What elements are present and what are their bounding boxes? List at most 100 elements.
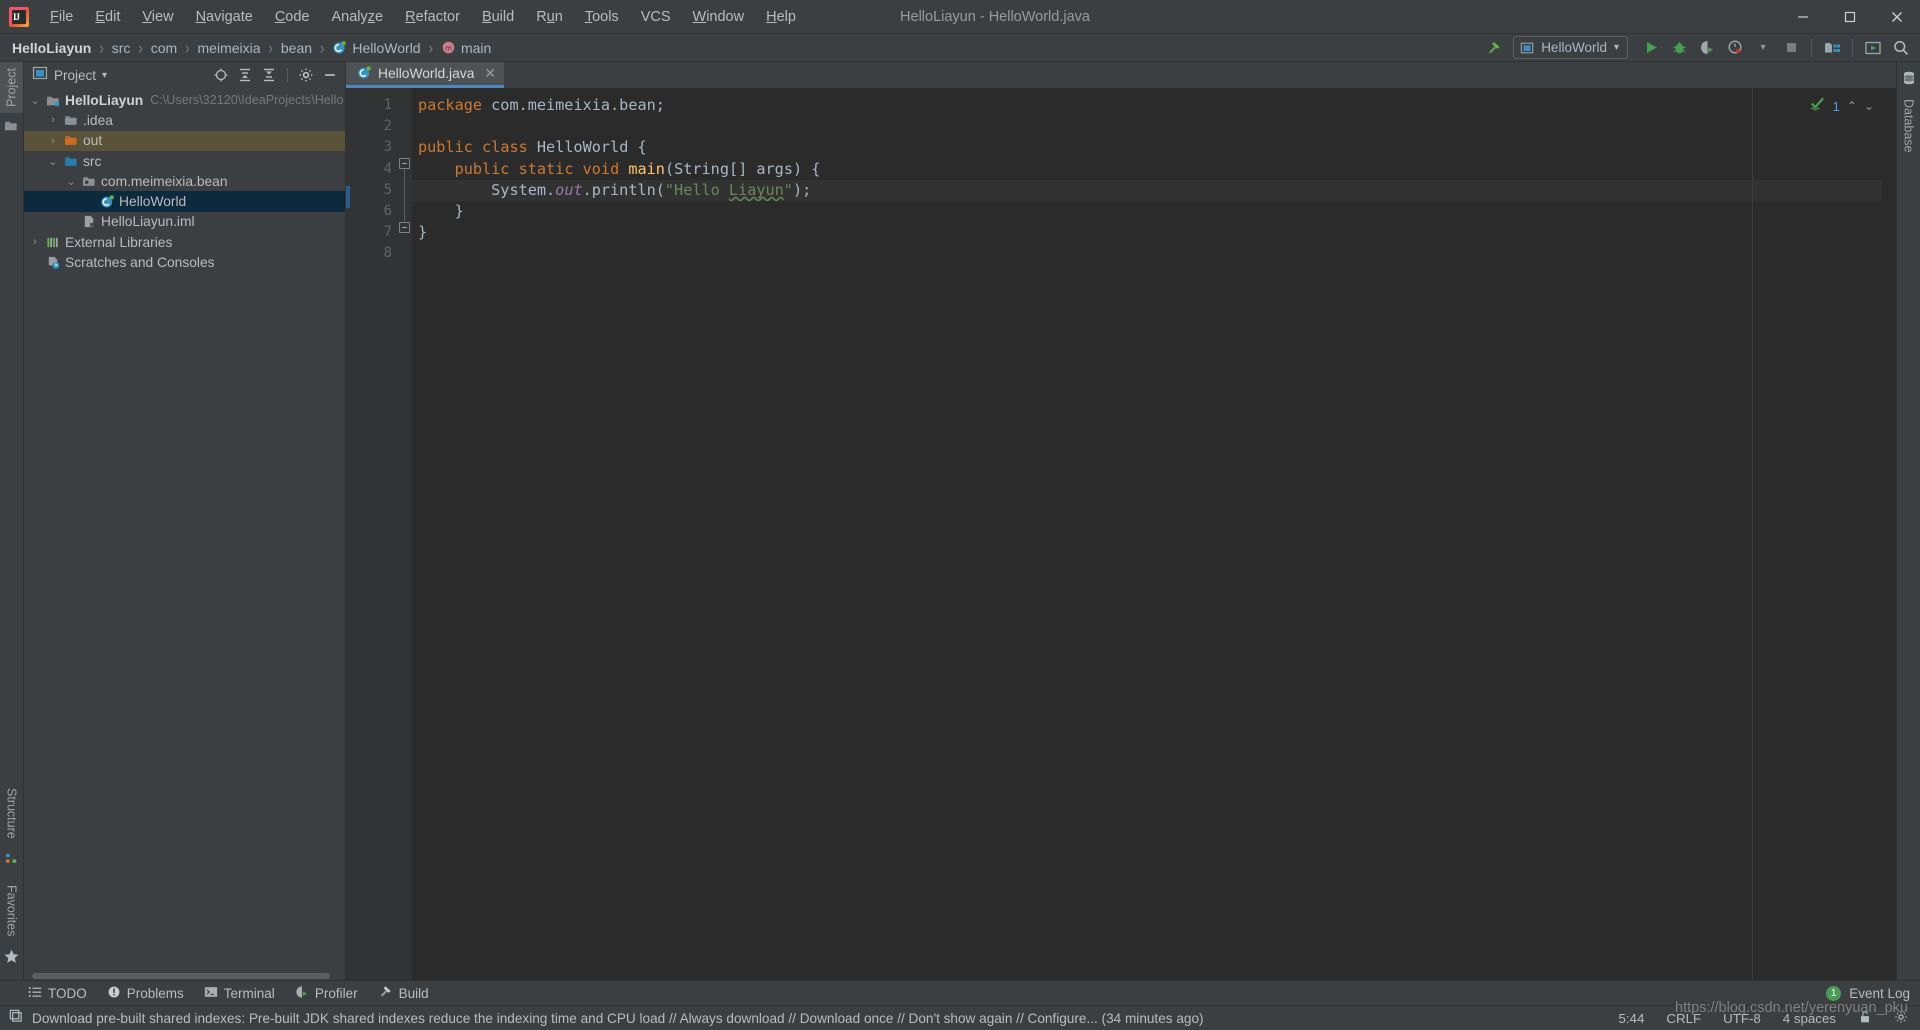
expand-all-button[interactable]: [234, 64, 256, 86]
menu-run[interactable]: Run: [525, 4, 574, 30]
collapse-all-button[interactable]: [258, 64, 280, 86]
project-tree[interactable]: ⌄ HelloLiayun C:\Users\32120\IdeaProject…: [24, 88, 345, 971]
caret-position[interactable]: 5:44: [1618, 1011, 1644, 1026]
tree-row-iml[interactable]: HelloLiayun.iml: [24, 212, 345, 232]
line-number: 1: [383, 97, 392, 113]
sidebar-item-project[interactable]: Project: [0, 62, 23, 113]
breadcrumb-item-helloworld[interactable]: HelloWorld: [330, 40, 422, 56]
debug-button[interactable]: [1666, 36, 1692, 60]
run-configuration-name: HelloWorld: [1541, 40, 1607, 55]
search-everywhere-button[interactable]: [1888, 36, 1914, 60]
editor-tab-helloworld-java[interactable]: HelloWorld.java ✕: [346, 62, 505, 88]
chevron-right-icon[interactable]: ›: [44, 135, 62, 147]
tree-row-out[interactable]: › out: [24, 130, 345, 151]
editor-vertical-scrollbar[interactable]: [1882, 88, 1896, 980]
close-icon[interactable]: ✕: [484, 65, 496, 82]
updates-button[interactable]: [1860, 36, 1886, 60]
inspections-ok-icon[interactable]: [1809, 95, 1826, 117]
chevron-up-icon[interactable]: ⌃: [1847, 99, 1857, 113]
menu-build[interactable]: Build: [471, 4, 525, 30]
indent-setting[interactable]: 4 spaces: [1783, 1011, 1836, 1026]
tree-row-scratches[interactable]: Scratches and Consoles: [24, 252, 345, 272]
fold-collapse-icon[interactable]: [399, 158, 410, 169]
favorites-star-icon: [0, 946, 23, 980]
tree-row-helloliayun[interactable]: ⌄ HelloLiayun C:\Users\32120\IdeaProject…: [24, 90, 345, 110]
profiler-dropdown[interactable]: ▾: [1750, 36, 1776, 60]
chevron-down-icon[interactable]: ⌄: [62, 175, 80, 188]
menu-window[interactable]: Window: [682, 4, 756, 30]
tree-row-helloworld[interactable]: HelloWorld: [24, 191, 345, 212]
screen-run-icon: [1865, 41, 1881, 54]
select-opened-file-button[interactable]: [210, 64, 232, 86]
code-content[interactable]: package com.meimeixia.bean; public class…: [412, 88, 1882, 980]
menu-file[interactable]: FFileile: [39, 4, 84, 30]
run-button[interactable]: [1638, 36, 1664, 60]
tree-item-label: out: [83, 133, 103, 149]
line-separator[interactable]: CRLF: [1666, 1011, 1701, 1026]
menu-vcs[interactable]: VCS: [630, 4, 682, 30]
menu-tools[interactable]: Tools: [574, 4, 630, 30]
breadcrumb-separator: ›: [268, 37, 273, 58]
code-line-6: }: [454, 201, 464, 220]
menu-analyze[interactable]: Analyze: [321, 4, 395, 30]
tree-row-src[interactable]: ⌄ src: [24, 151, 345, 171]
menu-edit[interactable]: Edit: [84, 4, 131, 30]
sidebar-item-favorites[interactable]: Favorites: [0, 879, 23, 942]
bottom-tab-profiler[interactable]: Profiler: [295, 985, 358, 1002]
status-message[interactable]: Download pre-built shared indexes: Pre-b…: [32, 1011, 1204, 1026]
status-notification-icon[interactable]: [8, 1008, 23, 1028]
project-icon: [0, 113, 23, 138]
tree-row-external-libraries[interactable]: › External Libraries: [24, 232, 345, 252]
editor-viewport[interactable]: 1 2 3▶ 4▶ 5 6 7 8: [346, 88, 1896, 980]
project-horizontal-scrollbar[interactable]: [24, 971, 345, 980]
chevron-down-icon[interactable]: ⌄: [44, 155, 62, 168]
project-settings-button[interactable]: [295, 64, 317, 86]
run-configuration-selector[interactable]: HelloWorld ▾: [1513, 36, 1628, 59]
menu-help[interactable]: Help: [755, 4, 807, 30]
sidebar-item-database[interactable]: Database: [1897, 93, 1920, 159]
breadcrumb-item-project[interactable]: HelloLiayun: [10, 40, 93, 56]
project-structure-button[interactable]: [1819, 36, 1845, 60]
close-button[interactable]: [1873, 0, 1920, 33]
tree-row-package[interactable]: ⌄ com.meimeixia.bean: [24, 171, 345, 191]
bottom-tab-problems[interactable]: Problems: [107, 985, 184, 1002]
tree-row-idea[interactable]: › .idea: [24, 110, 345, 130]
chevron-down-icon[interactable]: ⌄: [1864, 99, 1874, 113]
breadcrumb-item-main[interactable]: m main: [439, 40, 493, 56]
scrollbar-thumb[interactable]: [32, 973, 330, 979]
gear-icon[interactable]: [1894, 1010, 1908, 1027]
chevron-down-icon[interactable]: ⌄: [26, 94, 44, 107]
chevron-down-icon[interactable]: ▾: [102, 70, 107, 81]
code-line-4: public static void main(String[] args) {: [454, 159, 821, 178]
editor-folding-strip[interactable]: [398, 88, 412, 980]
breadcrumb-item-src[interactable]: src: [110, 40, 133, 56]
profiler-button[interactable]: [1722, 36, 1748, 60]
run-with-coverage-button[interactable]: [1694, 36, 1720, 60]
iml-file-icon: [80, 214, 98, 229]
stop-button[interactable]: [1778, 36, 1804, 60]
menu-refactor[interactable]: Refactor: [394, 4, 471, 30]
build-project-button[interactable]: [1481, 36, 1507, 60]
breadcrumb-item-meimeixia[interactable]: meimeixia: [196, 40, 263, 56]
unlock-icon[interactable]: [1858, 1010, 1872, 1027]
file-encoding[interactable]: UTF-8: [1723, 1011, 1761, 1026]
fold-collapse-icon[interactable]: [399, 222, 410, 233]
chevron-right-icon[interactable]: ›: [44, 114, 62, 126]
source-folder-icon: [62, 154, 80, 169]
maximize-button[interactable]: [1826, 0, 1873, 33]
menu-code[interactable]: Code: [264, 4, 321, 30]
inspection-widget[interactable]: 1 ⌃ ⌄: [1809, 95, 1874, 117]
event-log-label[interactable]: Event Log: [1849, 986, 1910, 1001]
chevron-right-icon[interactable]: ›: [26, 236, 44, 248]
hide-panel-button[interactable]: [319, 64, 341, 86]
bottom-tab-build[interactable]: Build: [378, 984, 429, 1002]
breadcrumb-item-com[interactable]: com: [149, 40, 179, 56]
bottom-tab-terminal[interactable]: Terminal: [204, 985, 275, 1002]
minimize-button[interactable]: [1779, 0, 1826, 33]
editor-gutter[interactable]: 1 2 3▶ 4▶ 5 6 7 8: [346, 88, 412, 980]
sidebar-item-structure[interactable]: Structure: [0, 782, 23, 845]
breadcrumb-item-bean[interactable]: bean: [279, 40, 314, 56]
bottom-tab-todo[interactable]: TODO: [28, 985, 87, 1002]
menu-view[interactable]: View: [131, 4, 184, 30]
menu-navigate[interactable]: Navigate: [185, 4, 264, 30]
